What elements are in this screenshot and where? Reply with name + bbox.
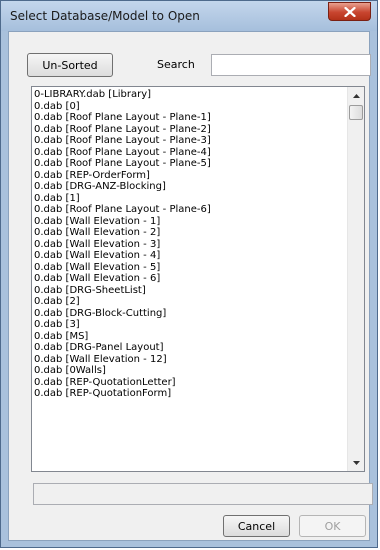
list-item[interactable]: 0.dab [DRG-Panel Layout] [34, 342, 346, 354]
list-item[interactable]: 0.dab [DRG-ANZ-Blocking] [34, 181, 346, 193]
list-item[interactable]: 0.dab [2] [34, 296, 346, 308]
arrow-up-icon [352, 93, 360, 98]
list-item[interactable]: 0.dab [Roof Plane Layout - Plane-4] [34, 147, 346, 159]
close-button[interactable] [328, 2, 371, 21]
database-list[interactable]: 0-LIBRARY.dab [Library] 0.dab [0] 0.dab [R… [31, 86, 365, 472]
search-label: Search [157, 58, 195, 71]
list-scrollbar[interactable] [347, 87, 364, 471]
arrow-down-icon [352, 460, 360, 465]
list-item[interactable]: 0.dab [Wall Elevation - 12] [34, 354, 346, 366]
list-item[interactable]: 0.dab [Roof Plane Layout - Plane-3] [34, 135, 346, 147]
list-item[interactable]: 0.dab [Wall Elevation - 5] [34, 262, 346, 274]
scrollbar-thumb[interactable] [349, 105, 363, 120]
list-item[interactable]: 0.dab [DRG-SheetList] [34, 285, 346, 297]
ok-button[interactable]: OK [299, 515, 366, 537]
list-item[interactable]: 0.dab [MS] [34, 331, 346, 343]
dialog-title: Select Database/Model to Open [10, 9, 200, 23]
database-list-items: 0-LIBRARY.dab [Library] 0.dab [0] 0.dab [R… [34, 89, 346, 400]
title-bar[interactable]: Select Database/Model to Open [1, 1, 377, 31]
cancel-button[interactable]: Cancel [223, 515, 290, 537]
list-item[interactable]: 0.dab [Wall Elevation - 4] [34, 250, 346, 262]
list-item[interactable]: 0.dab [Roof Plane Layout - Plane-2] [34, 124, 346, 136]
list-item[interactable]: 0.dab [Roof Plane Layout - Plane-5] [34, 158, 346, 170]
list-item[interactable]: 0.dab [Roof Plane Layout - Plane-6] [34, 204, 346, 216]
dialog-window: Select Database/Model to Open Un-Sorted … [0, 0, 378, 548]
list-item[interactable]: 0.dab [0Walls] [34, 365, 346, 377]
dialog-client-area: Un-Sorted Search 0-LIBRARY.dab [Library]… [8, 31, 373, 541]
list-item[interactable]: 0.dab [REP-QuotationForm] [34, 388, 346, 400]
scroll-down-button[interactable] [348, 454, 364, 471]
list-item[interactable]: 0.dab [Wall Elevation - 3] [34, 239, 346, 251]
list-item[interactable]: 0.dab [Wall Elevation - 1] [34, 216, 346, 228]
list-item[interactable]: 0.dab [Roof Plane Layout - Plane-1] [34, 112, 346, 124]
list-item[interactable]: 0.dab [DRG-Block-Cutting] [34, 308, 346, 320]
list-item[interactable]: 0.dab [0] [34, 101, 346, 113]
unsorted-button[interactable]: Un-Sorted [27, 53, 113, 77]
list-item[interactable]: 0.dab [Wall Elevation - 2] [34, 227, 346, 239]
list-item[interactable]: 0.dab [Wall Elevation - 6] [34, 273, 346, 285]
close-icon [343, 6, 356, 17]
list-item[interactable]: 0.dab [REP-QuotationLetter] [34, 377, 346, 389]
status-field [33, 483, 373, 505]
list-item[interactable]: 0.dab [REP-OrderForm] [34, 170, 346, 182]
list-item[interactable]: 0-LIBRARY.dab [Library] [34, 89, 346, 101]
list-item[interactable]: 0.dab [1] [34, 193, 346, 205]
search-input[interactable] [211, 54, 371, 76]
scroll-up-button[interactable] [348, 87, 364, 104]
list-item[interactable]: 0.dab [3] [34, 319, 346, 331]
